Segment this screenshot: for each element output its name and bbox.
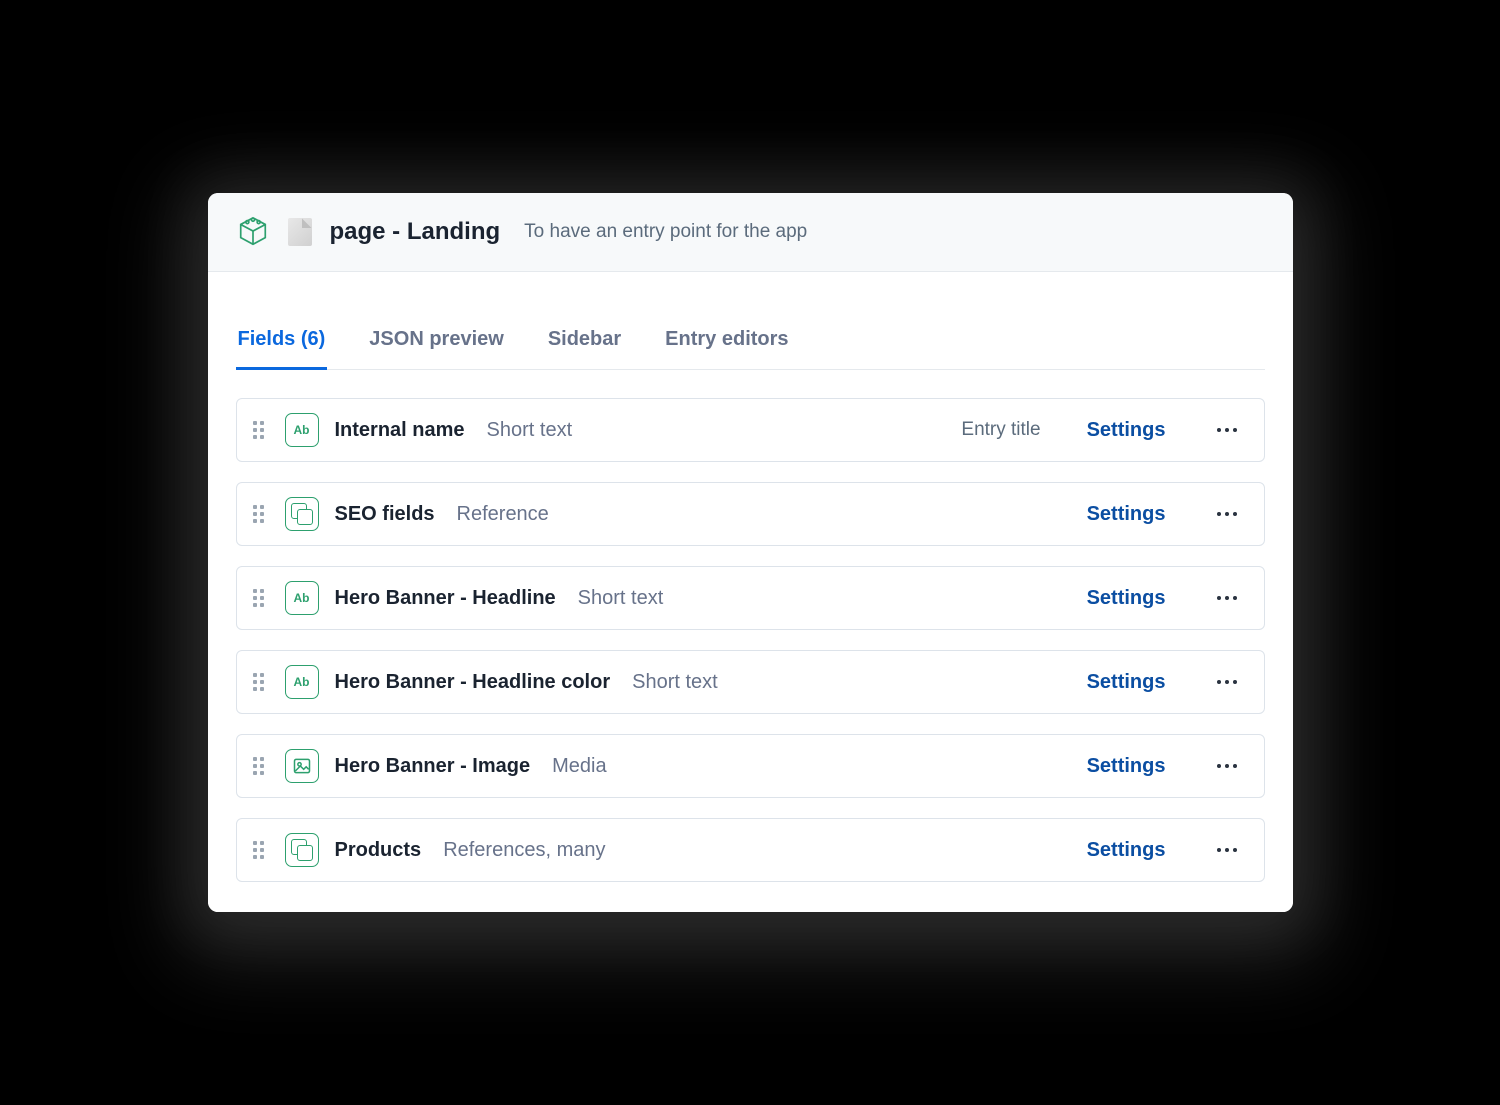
settings-button[interactable]: Settings xyxy=(1087,755,1166,778)
drag-handle-icon[interactable] xyxy=(253,421,269,439)
field-type: Reference xyxy=(457,503,549,526)
drag-handle-icon[interactable] xyxy=(253,673,269,691)
field-name: SEO fields xyxy=(335,503,435,526)
field-name: Products xyxy=(335,839,422,862)
field-name: Hero Banner - Image xyxy=(335,755,531,778)
field-type: Short text xyxy=(578,587,664,610)
content-type-icon xyxy=(236,215,270,249)
field-name: Internal name xyxy=(335,419,465,442)
drag-handle-icon[interactable] xyxy=(253,757,269,775)
tab-sidebar[interactable]: Sidebar xyxy=(546,328,623,370)
field-row: Products References, many Settings xyxy=(236,818,1265,882)
field-type: Short text xyxy=(632,671,718,694)
page-title: page - Landing xyxy=(330,218,501,246)
more-actions-icon[interactable] xyxy=(1212,848,1242,852)
settings-button[interactable]: Settings xyxy=(1087,839,1166,862)
field-type: Media xyxy=(552,755,606,778)
settings-button[interactable]: Settings xyxy=(1087,671,1166,694)
entry-title-badge: Entry title xyxy=(961,419,1040,441)
settings-button[interactable]: Settings xyxy=(1087,503,1166,526)
drag-handle-icon[interactable] xyxy=(253,589,269,607)
field-row: SEO fields Reference Settings xyxy=(236,482,1265,546)
tab-fields[interactable]: Fields (6) xyxy=(236,328,328,370)
tab-entry-editors[interactable]: Entry editors xyxy=(663,328,790,370)
text-field-icon: Ab xyxy=(285,665,319,699)
drag-handle-icon[interactable] xyxy=(253,505,269,523)
field-type: References, many xyxy=(443,839,605,862)
content-type-card: page - Landing To have an entry point fo… xyxy=(208,193,1293,912)
field-type: Short text xyxy=(487,419,573,442)
text-field-icon: Ab xyxy=(285,581,319,615)
more-actions-icon[interactable] xyxy=(1212,680,1242,684)
more-actions-icon[interactable] xyxy=(1212,764,1242,768)
file-icon xyxy=(288,218,312,246)
field-name: Hero Banner - Headline color xyxy=(335,671,611,694)
field-row: Hero Banner - Image Media Settings xyxy=(236,734,1265,798)
field-row: Ab Hero Banner - Headline color Short te… xyxy=(236,650,1265,714)
card-header: page - Landing To have an entry point fo… xyxy=(208,193,1293,272)
more-actions-icon[interactable] xyxy=(1212,428,1242,432)
more-actions-icon[interactable] xyxy=(1212,512,1242,516)
field-row: Ab Internal name Short text Entry title … xyxy=(236,398,1265,462)
tab-bar: Fields (6) JSON preview Sidebar Entry ed… xyxy=(236,328,1265,370)
field-row: Ab Hero Banner - Headline Short text Set… xyxy=(236,566,1265,630)
card-body: Fields (6) JSON preview Sidebar Entry ed… xyxy=(208,328,1293,912)
drag-handle-icon[interactable] xyxy=(253,841,269,859)
media-field-icon xyxy=(285,749,319,783)
field-list: Ab Internal name Short text Entry title … xyxy=(236,398,1265,882)
more-actions-icon[interactable] xyxy=(1212,596,1242,600)
settings-button[interactable]: Settings xyxy=(1087,587,1166,610)
text-field-icon: Ab xyxy=(285,413,319,447)
field-name: Hero Banner - Headline xyxy=(335,587,556,610)
settings-button[interactable]: Settings xyxy=(1087,419,1166,442)
reference-field-icon xyxy=(285,497,319,531)
page-description: To have an entry point for the app xyxy=(524,221,807,243)
reference-field-icon xyxy=(285,833,319,867)
tab-json-preview[interactable]: JSON preview xyxy=(367,328,506,370)
